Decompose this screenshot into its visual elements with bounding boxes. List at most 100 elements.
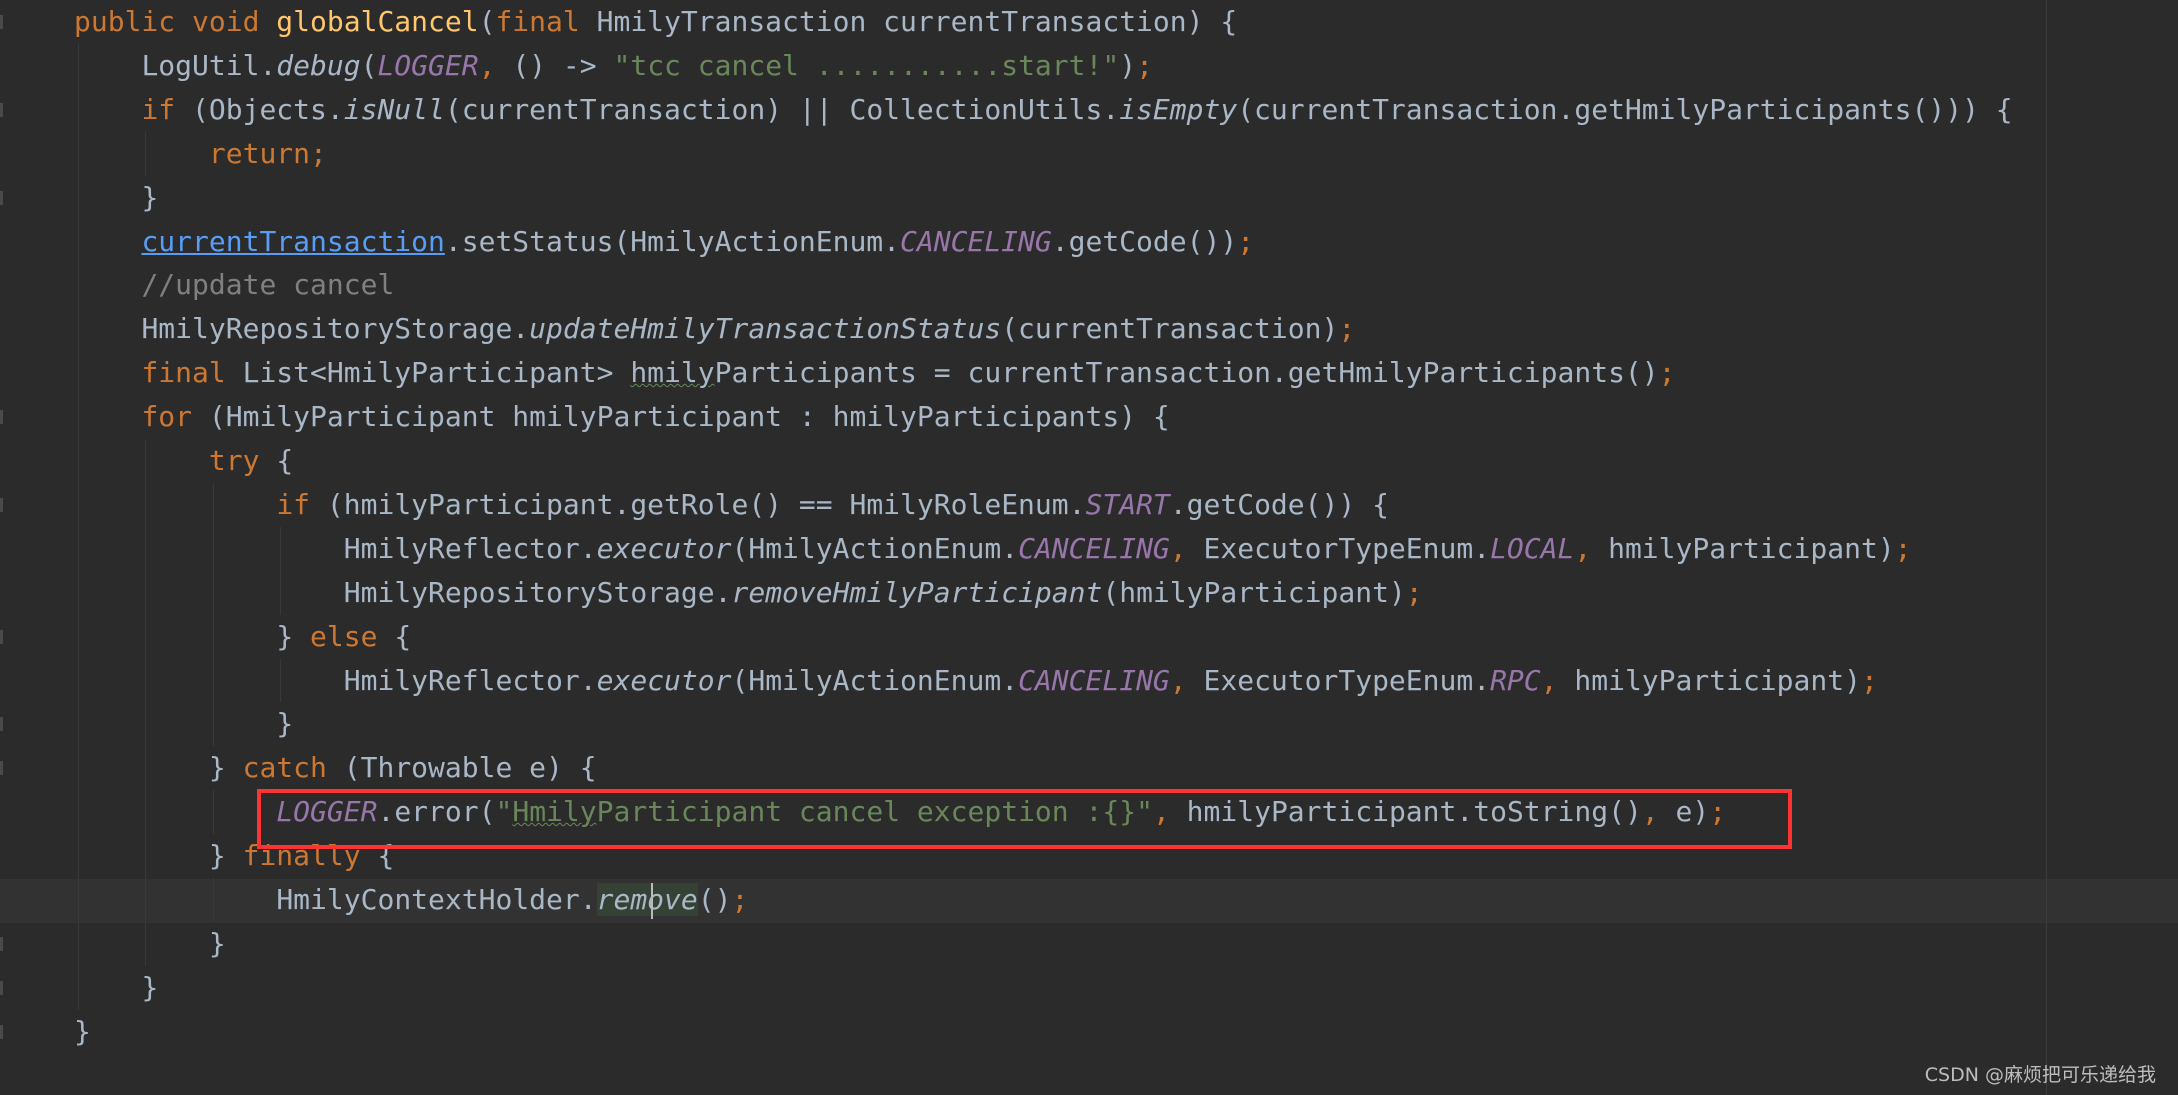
code-line[interactable]: for (HmilyParticipant hmilyParticipant :… <box>141 395 1169 439</box>
code-token: (HmilyActionEnum. <box>731 531 1019 565</box>
indent-guide <box>280 526 282 615</box>
code-token: hmily <box>630 356 715 390</box>
code-token: for <box>141 400 209 434</box>
code-token: final <box>495 5 597 38</box>
code-line[interactable]: HmilyRepositoryStorage.updateHmilyTransa… <box>141 307 1355 351</box>
right-margin-guide <box>2046 0 2047 1095</box>
code-token: ; <box>1894 531 1912 565</box>
code-line[interactable]: } <box>74 1010 91 1054</box>
code-token: } <box>276 707 294 741</box>
code-line[interactable]: if (Objects.isNull(currentTransaction) |… <box>141 88 2012 132</box>
indent-guide <box>280 658 282 703</box>
fold-marker-icon[interactable] <box>0 936 3 951</box>
code-token: { <box>276 444 294 477</box>
code-line[interactable]: HmilyReflector.executor(HmilyActionEnum.… <box>344 527 1912 571</box>
code-token: , <box>1540 663 1575 697</box>
fold-marker-icon[interactable] <box>0 629 3 644</box>
code-line[interactable]: } else { <box>276 615 411 659</box>
code-token: "tcc cancel ...........start!" <box>613 48 1120 82</box>
code-token: } <box>141 970 159 1004</box>
code-line[interactable]: HmilyReflector.executor(HmilyActionEnum.… <box>344 659 1878 703</box>
code-editor[interactable]: public void globalCancel(final HmilyTran… <box>0 0 2178 1095</box>
code-token: public void <box>74 5 277 38</box>
code-line[interactable]: final List<HmilyParticipant> hmilyPartic… <box>141 351 1675 395</box>
code-token: hmilyParticipant) <box>1574 663 1861 697</box>
code-line[interactable]: HmilyContextHolder.remove(); <box>276 878 748 922</box>
code-line[interactable]: currentTransaction.setStatus(HmilyAction… <box>141 220 1254 264</box>
code-token: { <box>394 619 412 653</box>
code-token: debug <box>276 48 361 82</box>
code-token: } <box>141 180 159 214</box>
code-token: LogUtil. <box>141 48 277 82</box>
code-token: isEmpty <box>1119 92 1238 126</box>
fold-marker-icon[interactable] <box>0 497 3 512</box>
code-token: RPC <box>1490 663 1541 697</box>
code-token: } <box>208 751 243 785</box>
code-token: (currentTransaction) <box>1001 312 1339 346</box>
code-line[interactable]: try { <box>209 439 293 483</box>
code-line[interactable]: } <box>209 922 226 966</box>
code-token: CANCELING <box>1018 663 1170 697</box>
code-line[interactable]: return; <box>209 132 327 176</box>
code-token: (HmilyParticipant hmilyParticipant : hmi… <box>208 400 1170 434</box>
code-token: HmilyReflector. <box>343 531 597 565</box>
code-token: ExecutorTypeEnum. <box>1203 531 1491 565</box>
code-token: (hmilyParticipant.getRole() == HmilyRole… <box>326 487 1086 521</box>
code-token: executor <box>596 663 732 697</box>
code-token: //update cancel <box>141 268 395 302</box>
code-token: ; <box>1237 224 1255 258</box>
code-line[interactable]: public void globalCancel(final HmilyTran… <box>74 0 1237 44</box>
code-token: .setStatus(HmilyActionEnum. <box>444 224 901 258</box>
code-token: START <box>1085 487 1170 521</box>
code-token: ; <box>1860 663 1878 697</box>
code-token: ; <box>1658 356 1676 390</box>
code-token: ) <box>1119 48 1137 82</box>
code-line[interactable]: } <box>276 702 293 746</box>
code-token: updateHmilyTransactionStatus <box>529 312 1002 346</box>
fold-marker-icon[interactable] <box>0 980 3 995</box>
code-line[interactable]: //update cancel <box>141 263 394 307</box>
code-token: (HmilyActionEnum. <box>731 663 1019 697</box>
code-token: , <box>1169 531 1204 565</box>
highlight-annotation-box <box>257 789 1792 849</box>
code-line[interactable]: if (hmilyParticipant.getRole() == HmilyR… <box>276 483 1389 527</box>
code-token: (hmilyParticipant) <box>1102 575 1406 609</box>
code-token: LOGGER <box>377 48 479 82</box>
code-token: final <box>141 356 243 390</box>
code-token: HmilyRepositoryStorage. <box>343 575 732 609</box>
code-line[interactable]: } <box>141 966 158 1010</box>
code-token: currentTransaction <box>141 224 445 258</box>
fold-marker-icon[interactable] <box>0 1024 3 1039</box>
code-token: CANCELING <box>900 224 1052 258</box>
fold-marker-icon[interactable] <box>0 15 3 29</box>
code-token: Participants = currentTransaction.getHmi… <box>714 356 1659 390</box>
indent-guide <box>145 439 147 966</box>
fold-marker-icon[interactable] <box>0 717 3 732</box>
code-token: return; <box>208 136 327 170</box>
code-token: () <box>697 883 732 916</box>
code-token: , <box>1169 663 1204 697</box>
text-caret <box>651 883 653 919</box>
watermark: CSDN @麻烦把可乐递给我 <box>1924 1064 2156 1086</box>
code-token: catch <box>242 751 344 785</box>
code-token: (Throwable e) { <box>343 751 597 785</box>
indent-guide <box>78 43 79 1010</box>
code-token: HmilyRepositoryStorage. <box>141 312 530 346</box>
code-line[interactable]: } catch (Throwable e) { <box>209 746 597 790</box>
code-token: if <box>276 487 327 521</box>
indent-guide <box>145 131 147 176</box>
fold-marker-icon[interactable] <box>0 761 3 776</box>
code-token: ( <box>360 48 378 82</box>
code-line[interactable]: LogUtil.debug(LOGGER, () -> "tcc cancel … <box>141 44 1153 88</box>
fold-marker-icon[interactable] <box>0 410 3 425</box>
code-line[interactable]: } <box>141 176 158 220</box>
code-token: remove <box>596 883 698 916</box>
code-token: (currentTransaction.getHmilyParticipants… <box>1237 92 2013 126</box>
code-token: removeHmilyParticipant <box>731 575 1103 609</box>
code-line[interactable]: HmilyRepositoryStorage.removeHmilyPartic… <box>344 571 1423 615</box>
fold-marker-icon[interactable] <box>0 190 3 205</box>
fold-marker-icon[interactable] <box>0 102 3 117</box>
code-token: else <box>310 619 395 653</box>
code-token: isNull <box>343 92 445 126</box>
code-token: executor <box>596 531 732 565</box>
